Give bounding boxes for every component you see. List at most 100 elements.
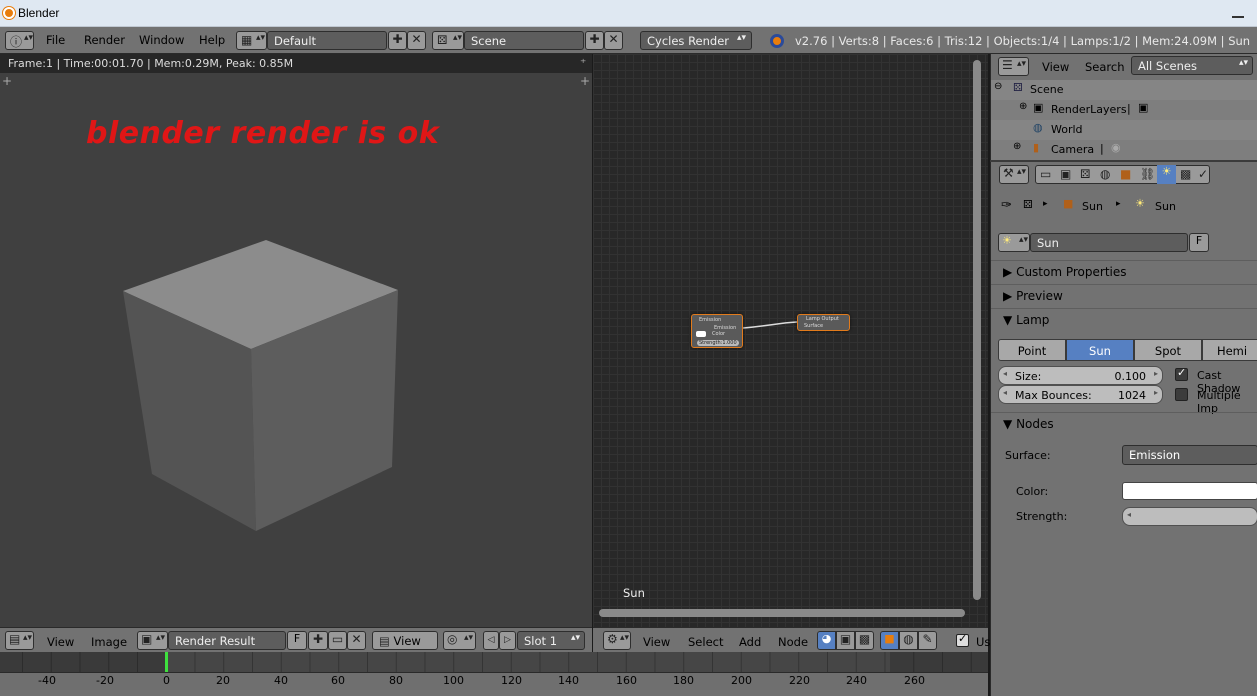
screen-layout-icon[interactable]: ▦ ▴▾ (236, 31, 267, 50)
menu-help[interactable]: Help (199, 33, 225, 47)
editor-type-info-icon[interactable]: ⓘ ▴▾ (5, 31, 34, 50)
timeline-footer (0, 690, 988, 696)
physics-tab-icon[interactable]: ✓ (1198, 167, 1208, 181)
open-image-icon[interactable]: ▭ (328, 631, 347, 650)
image-editor-viewport[interactable]: Frame:1 | Time:00:01.70 | Mem:0.29M, Pea… (0, 54, 592, 627)
breadcrumb-data[interactable]: Sun (1155, 200, 1176, 213)
max-bounces-field[interactable]: ◂ Max Bounces: 1024 ▸ (998, 385, 1163, 404)
linestyle-nodes-icon[interactable]: ✎ (918, 631, 937, 650)
menu-select[interactable]: Select (688, 635, 723, 649)
new-image-icon[interactable]: ✚ (308, 631, 328, 650)
menu-view[interactable]: View (643, 635, 670, 649)
view-mode-select[interactable]: ▤ View (372, 631, 438, 650)
display-mode-select[interactable]: All Scenes ▴▾ (1131, 56, 1253, 75)
delete-layout-icon[interactable]: ✕ (407, 31, 426, 50)
scene-tab-icon[interactable]: ⚄ (1080, 167, 1090, 181)
menu-node[interactable]: Node (778, 635, 808, 649)
lamp-type-point[interactable]: Point (998, 339, 1066, 361)
menu-add[interactable]: Add (739, 635, 761, 649)
tree-row-world[interactable]: ◍ World (991, 120, 1257, 140)
world-nodes-icon[interactable]: ◍ (899, 631, 918, 650)
size-field[interactable]: ◂ Size: 0.100 ▸ (998, 366, 1163, 385)
slot-label: Slot 1 (524, 634, 558, 648)
lamp-type-hemi[interactable]: Hemi (1202, 339, 1257, 361)
expand-icon[interactable]: ⊕ (1019, 101, 1027, 112)
world-tab-icon[interactable]: ◍ (1100, 167, 1110, 181)
menu-file[interactable]: File (46, 33, 65, 47)
menu-view[interactable]: View (47, 635, 74, 649)
lamp-browse-icon[interactable]: ☀ ▴▾ (998, 233, 1030, 252)
surface-select[interactable]: Emission (1122, 445, 1257, 465)
scene-field[interactable]: Scene (464, 31, 584, 50)
panel-preview[interactable]: ▶ Preview (1003, 289, 1063, 303)
renderlayers-tab-icon[interactable]: ▣ (1060, 167, 1071, 181)
scene-icon[interactable]: ⚄ ▴▾ (432, 31, 464, 50)
color-swatch[interactable] (1122, 482, 1257, 500)
delete-scene-icon[interactable]: ✕ (604, 31, 623, 50)
unlink-image-icon[interactable]: ✕ (347, 631, 366, 650)
panel-nodes[interactable]: ▼ Nodes (1003, 417, 1054, 431)
image-browse-icon[interactable]: ▣ ▴▾ (137, 631, 168, 650)
lamp-data-tab-icon[interactable]: ☀ (1157, 165, 1176, 184)
expand-icon[interactable]: ⊕ (1013, 141, 1021, 152)
pin-icon[interactable]: ✑ (1001, 198, 1012, 213)
object-tab-icon[interactable]: ■ (1120, 167, 1131, 181)
slot-select[interactable]: Slot 1 ▴▾ (517, 631, 585, 650)
next-slot-icon[interactable]: ▷ (499, 631, 516, 650)
decrement-icon[interactable]: ◂ (1003, 369, 1007, 378)
panel-custom-properties[interactable]: ▶ Custom Properties (1003, 265, 1127, 279)
texture-tab-icon[interactable]: ▩ (1180, 167, 1191, 181)
shader-nodes-icon[interactable]: ◕ (817, 631, 836, 650)
decrement-icon[interactable]: ◂ (1003, 388, 1007, 397)
prev-slot-icon[interactable]: ◁ (483, 631, 499, 650)
image-name-field[interactable]: Render Result (168, 631, 286, 650)
strength-field[interactable]: ◂ (1122, 507, 1257, 526)
lamp-output-node[interactable]: Lamp Output Surface (797, 314, 850, 331)
editor-type-outliner-icon[interactable]: ☰ ▴▾ (998, 57, 1029, 76)
menu-search[interactable]: Search (1085, 60, 1125, 74)
tree-row-scene[interactable]: ⊖ ⚄ Scene (991, 80, 1257, 100)
add-scene-icon[interactable]: ✚ (585, 31, 604, 50)
decrement-icon[interactable]: ◂ (1127, 510, 1131, 519)
node-editor-canvas[interactable]: + Emission Emission Color Strength:1.000… (593, 54, 988, 627)
menu-window[interactable]: Window (139, 33, 184, 47)
editor-type-node-icon[interactable]: ⚙ ▴▾ (603, 631, 631, 650)
render-engine-select[interactable]: Cycles Render ▴▾ (640, 31, 752, 50)
timeline[interactable]: -40 -20 0 20 40 60 80 100 120 140 160 18… (0, 652, 988, 696)
panel-lamp[interactable]: ▼ Lamp (1003, 313, 1049, 327)
collapse-icon[interactable]: ⊖ (994, 81, 1002, 92)
breadcrumb-object[interactable]: Sun (1082, 200, 1103, 213)
render-tab-icon[interactable]: ▭ (1040, 167, 1051, 181)
menu-image[interactable]: Image (91, 635, 127, 649)
texture-nodes-icon[interactable]: ▩ (855, 631, 874, 650)
use-nodes-checkbox[interactable]: ✓ (956, 632, 969, 647)
lamp-type-sun[interactable]: Sun (1066, 339, 1134, 361)
multiple-importance-checkbox[interactable] (1175, 388, 1188, 401)
layout-field[interactable]: Default (267, 31, 387, 50)
menu-render[interactable]: Render (84, 33, 125, 47)
color-label: Color: (1016, 485, 1049, 498)
cast-shadow-checkbox[interactable]: ✓ (1175, 366, 1188, 381)
lamp-datablock-field[interactable]: Sun (1030, 233, 1188, 252)
lamp-type-spot[interactable]: Spot (1134, 339, 1202, 361)
minimize-icon[interactable] (1226, 2, 1250, 24)
object-nodes-icon[interactable]: ■ (880, 631, 899, 650)
strength-field[interactable]: Strength:1.000 (697, 340, 739, 346)
fake-user-button[interactable]: F (1189, 233, 1209, 252)
color-swatch[interactable] (696, 331, 706, 337)
editor-type-properties-icon[interactable]: ⚒ ▴▾ (999, 165, 1029, 184)
emission-node[interactable]: Emission Emission Color Strength:1.000 (691, 314, 743, 348)
increment-icon[interactable]: ▸ (1154, 388, 1158, 397)
fake-user-button[interactable]: F (287, 631, 307, 650)
increment-icon[interactable]: ▸ (1154, 369, 1158, 378)
menu-view[interactable]: View (1042, 60, 1069, 74)
current-frame-marker[interactable] (165, 652, 168, 672)
editor-type-image-icon[interactable]: ▤ ▴▾ (5, 631, 34, 650)
tree-row-renderlayers[interactable]: ⊕ ▣ RenderLayers | ▣ (991, 100, 1257, 120)
tree-row-camera[interactable]: ⊕ ▮ Camera | ◉ (991, 140, 1257, 160)
constraints-tab-icon[interactable]: ⛓ (1140, 167, 1155, 181)
compositing-nodes-icon[interactable]: ▣ (836, 631, 855, 650)
add-layout-icon[interactable]: ✚ (388, 31, 407, 50)
pivot-icon[interactable]: ◎ ▴▾ (443, 631, 476, 650)
tick-label: 200 (731, 674, 752, 687)
